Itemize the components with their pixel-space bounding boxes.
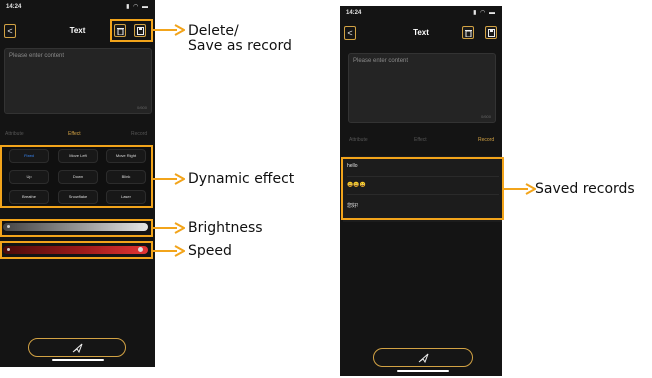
send-icon [418,353,429,363]
status-bar: 14:24 ▮ ◠ ▬ [340,6,502,20]
content-placeholder: Please enter content [9,53,65,59]
delete-save-text: Delete/ Save as record [188,23,292,54]
saved-records-label: Saved records [535,181,635,197]
tab-record[interactable]: Record [478,137,494,143]
delete-button[interactable] [462,26,474,39]
home-indicator [52,359,104,361]
brightness-highlight [0,219,153,237]
callout-arrow-icon [153,173,185,185]
tab-effect[interactable]: Effect [68,131,81,137]
callout-arrow-icon [153,24,185,36]
status-time: 14:24 [6,4,22,10]
status-bar: 14:24 ▮ ◠ ▬ [0,0,155,14]
trash-icon [465,30,472,37]
send-icon [72,343,83,353]
speed-label: Speed [188,243,232,259]
tab-attribute[interactable]: Attribute [5,131,24,137]
dynamic-effect-highlight [0,145,153,208]
tab-bar: Attribute Effect Record [0,131,155,143]
tab-effect[interactable]: Effect [414,137,427,143]
dynamic-effect-label: Dynamic effect [188,171,295,187]
content-placeholder: Please enter content [353,58,409,64]
char-count: 0/600 [480,114,491,119]
send-button[interactable] [373,348,473,367]
char-count: 0/600 [136,105,147,110]
saved-records-highlight [341,157,504,220]
delete-save-highlight [110,19,153,42]
callout-arrow-icon [504,183,536,195]
save-icon [488,29,495,37]
tab-record[interactable]: Record [131,131,147,137]
save-record-button[interactable] [485,26,497,39]
speed-highlight [0,241,153,259]
status-icons: ▮ ◠ ▬ [126,4,149,10]
delete-save-label: Delete/ Save as record [188,24,292,54]
status-time: 14:24 [346,10,362,16]
callout-arrow-icon [153,245,185,257]
brightness-label: Brightness [188,220,263,236]
page-title: Text [413,28,429,37]
nav-bar: < Text [340,24,502,44]
content-input[interactable]: Please enter content 0/600 [348,53,496,123]
content-input[interactable]: Please enter content 0/600 [4,48,152,114]
home-indicator [397,370,449,372]
send-button[interactable] [28,338,126,357]
tab-bar: Attribute Effect Record [340,137,502,149]
tab-attribute[interactable]: Attribute [349,137,368,143]
callout-arrow-icon [153,222,185,234]
status-icons: ▮ ◠ ▬ [473,10,496,16]
